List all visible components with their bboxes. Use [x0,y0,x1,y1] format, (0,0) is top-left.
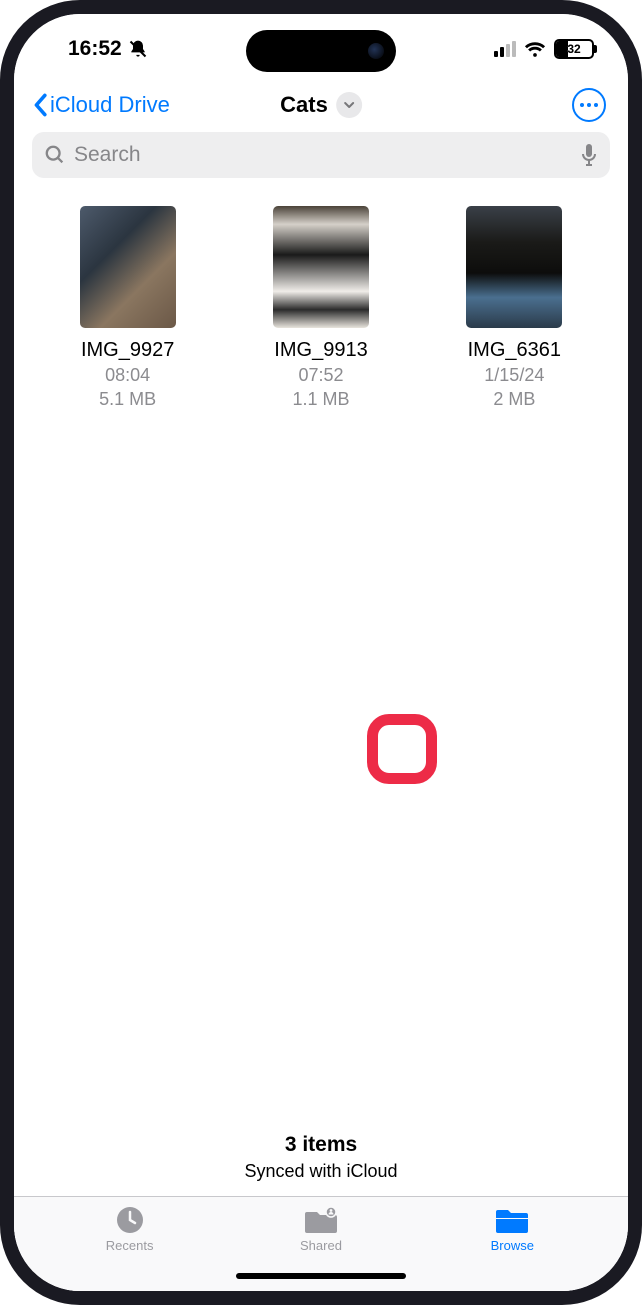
back-button[interactable]: iCloud Drive [32,92,170,118]
file-thumbnail [273,206,369,328]
tab-label: Shared [300,1238,342,1253]
folder-icon [495,1205,529,1235]
tab-recents[interactable]: Recents [85,1205,175,1253]
device-frame: 16:52 32 [0,0,642,1305]
sync-status: Synced with iCloud [14,1161,628,1182]
file-name: IMG_9913 [274,338,367,363]
file-item[interactable]: IMG_9913 07:52 1.1 MB [233,206,408,412]
file-grid: IMG_9927 08:04 5.1 MB IMG_9913 07:52 1.1… [14,188,628,422]
folder-title: Cats [280,92,328,118]
file-size: 1.1 MB [292,387,349,411]
folder-title-button[interactable]: Cats [280,92,362,118]
chevron-left-icon [32,93,48,117]
battery-icon: 32 [554,39,594,59]
battery-level: 32 [567,42,580,56]
dynamic-island [246,30,396,72]
chevron-down-icon [336,92,362,118]
annotation-highlight [367,714,437,784]
microphone-icon[interactable] [580,143,598,167]
tab-browse[interactable]: Browse [467,1205,557,1253]
search-icon [44,144,66,166]
search-input[interactable] [74,143,572,167]
tab-shared[interactable]: Shared [276,1205,366,1253]
back-label: iCloud Drive [50,92,170,118]
nav-bar: iCloud Drive Cats [14,74,628,132]
status-time: 16:52 [68,37,122,61]
home-indicator[interactable] [236,1273,406,1279]
footer-info: 3 items Synced with iCloud [14,1133,628,1196]
status-right: 32 [494,39,594,59]
tab-bar: Recents Shared Browse [14,1196,628,1261]
search-container [14,132,628,188]
screen: 16:52 32 [14,14,628,1291]
file-time: 1/15/24 [484,363,544,387]
more-options-button[interactable] [572,88,606,122]
clock-icon [113,1205,147,1235]
silent-bell-icon [128,39,148,59]
shared-folder-icon [304,1205,338,1235]
item-count: 3 items [14,1133,628,1157]
file-size: 2 MB [493,387,535,411]
file-name: IMG_9927 [81,338,174,363]
wifi-icon [524,40,546,58]
file-thumbnail [80,206,176,328]
file-item[interactable]: IMG_6361 1/15/24 2 MB [427,206,602,412]
file-time: 07:52 [298,363,343,387]
search-field[interactable] [32,132,610,178]
cellular-signal-icon [494,42,516,57]
file-thumbnail [466,206,562,328]
file-size: 5.1 MB [99,387,156,411]
tab-label: Recents [106,1238,154,1253]
file-time: 08:04 [105,363,150,387]
home-indicator-area [14,1261,628,1291]
status-left: 16:52 [68,37,148,61]
file-item[interactable]: IMG_9927 08:04 5.1 MB [40,206,215,412]
file-name: IMG_6361 [468,338,561,363]
tab-label: Browse [491,1238,534,1253]
